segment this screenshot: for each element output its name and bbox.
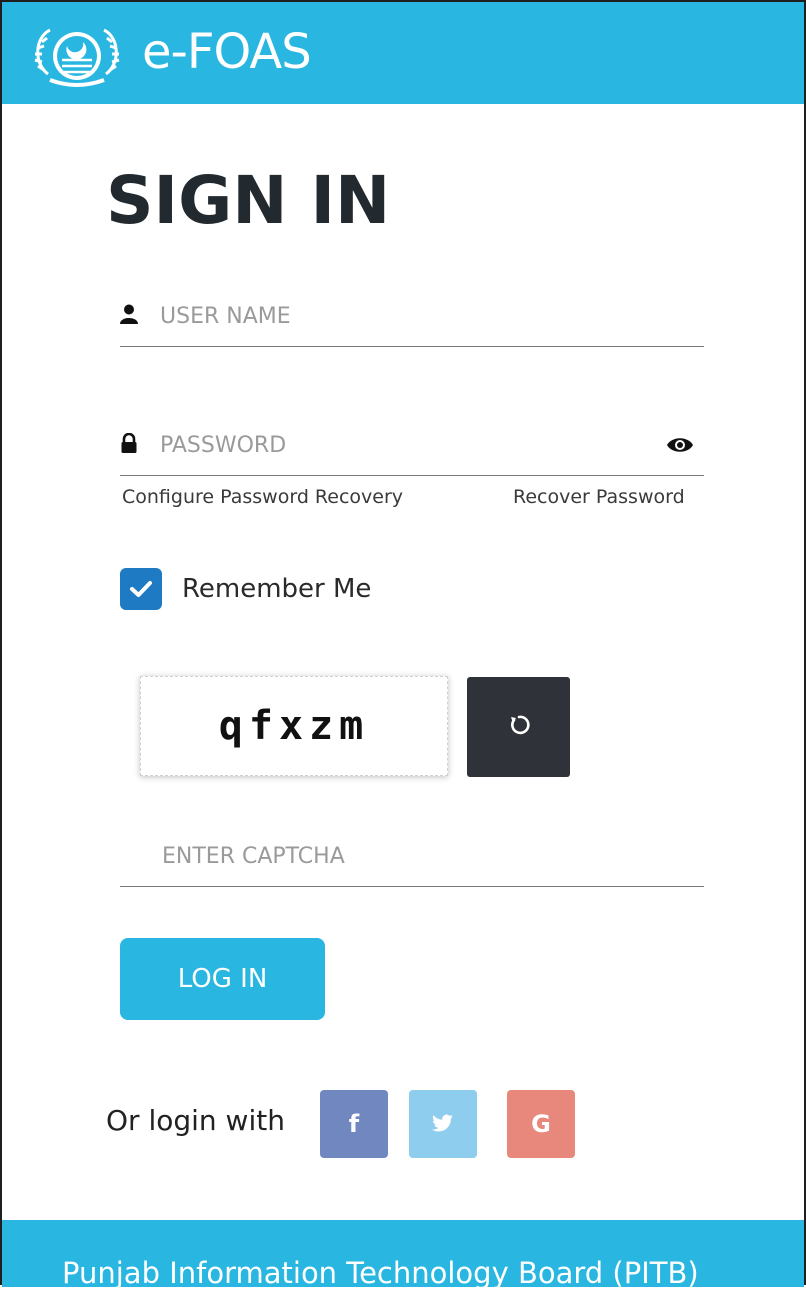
- eye-icon[interactable]: [666, 435, 694, 455]
- captcha-text: qfxzm: [218, 703, 370, 749]
- login-button[interactable]: LOG IN: [120, 938, 325, 1020]
- page-title: SIGN IN: [106, 162, 391, 239]
- refresh-icon: [508, 714, 530, 741]
- remember-me-label: Remember Me: [182, 574, 372, 604]
- punjab-emblem-icon: [30, 16, 124, 90]
- google-icon: G: [531, 1110, 551, 1138]
- header-bar: e-FOAS: [2, 2, 804, 104]
- password-field: [120, 417, 704, 476]
- username-input[interactable]: [160, 294, 660, 338]
- captcha-image: qfxzm: [140, 676, 448, 776]
- captcha-input[interactable]: [162, 834, 662, 878]
- configure-password-recovery-link[interactable]: Configure Password Recovery: [122, 486, 403, 508]
- captcha-field: [120, 828, 704, 887]
- remember-me-checkbox[interactable]: [120, 568, 162, 610]
- twitter-login-button[interactable]: [409, 1090, 477, 1158]
- user-icon: [120, 304, 138, 324]
- password-input[interactable]: [160, 423, 660, 467]
- lock-icon: [120, 432, 138, 453]
- facebook-icon: f: [348, 1110, 360, 1138]
- app-title: e-FOAS: [142, 24, 312, 80]
- google-login-button[interactable]: G: [507, 1090, 575, 1158]
- refresh-captcha-button[interactable]: [467, 677, 570, 777]
- check-icon: [130, 581, 152, 597]
- login-page: e-FOAS SIGN IN Configure P: [0, 0, 806, 1290]
- or-login-with-label: Or login with: [106, 1104, 285, 1137]
- remember-me: Remember Me: [120, 568, 371, 610]
- twitter-icon: [432, 1110, 454, 1138]
- facebook-login-button[interactable]: f: [320, 1090, 388, 1158]
- username-field: [120, 288, 704, 347]
- recover-password-link[interactable]: Recover Password: [513, 486, 685, 508]
